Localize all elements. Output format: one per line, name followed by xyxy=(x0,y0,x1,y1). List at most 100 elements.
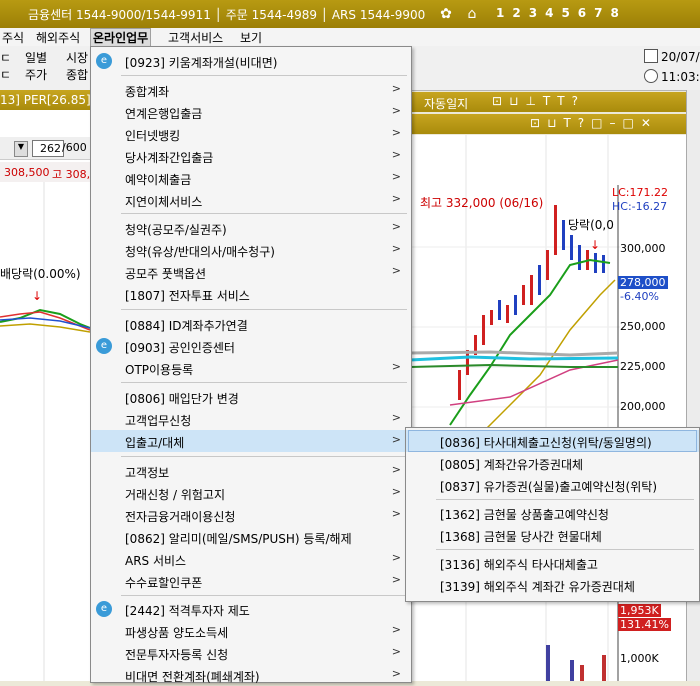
menu-separator xyxy=(121,213,407,214)
close-icon[interactable]: ✕ xyxy=(641,116,651,130)
submenu-item-overseas-account[interactable]: [3139] 해외주식 계좌간 유가증권대체 xyxy=(406,574,699,596)
submenu-item-overseas-external[interactable]: [3136] 해외주식 타사대체출고 xyxy=(406,552,699,574)
chevron-right-icon: > xyxy=(391,242,401,255)
copy-icon[interactable]: ⊔ xyxy=(509,94,518,108)
copy-icon[interactable]: ⊔ xyxy=(547,116,556,130)
menu-item-e-voting[interactable]: [1807] 전자투표 서비스 xyxy=(91,283,411,305)
menu-item-general-account[interactable]: 종합계좌 > xyxy=(91,79,411,101)
menu-item-e-finance[interactable]: 전자금융거래이용신청 > xyxy=(91,504,411,526)
pin-icon[interactable]: ⊥ xyxy=(525,94,535,108)
volume-tick: 1,000K xyxy=(620,652,659,665)
submenu-item-gold-withdrawal[interactable]: [1362] 금현물 상품출고예약신청 xyxy=(406,502,699,524)
screen-number-tabs: 1 2 3 4 5 6 7 8 xyxy=(496,6,619,20)
screen-tab-8[interactable]: 8 xyxy=(611,6,619,20)
volume-tag: 1,953K xyxy=(618,604,661,617)
stock-count-row: ▼ 262 /600 xyxy=(0,137,90,160)
menu-item-notifier[interactable]: [0862] 알리미(메일/SMS/PUSH) 등록/해제 xyxy=(91,526,411,548)
hc-label: HC:-16.27 xyxy=(612,200,668,213)
menu-item-delayed-transfer[interactable]: 지연이체서비스 > xyxy=(91,189,411,211)
menu-separator xyxy=(436,549,694,550)
high-annotation: 최고 332,000 (06/16) xyxy=(420,196,543,210)
chart-window-controls: ⊡ ⊔ T ? □ – □ ✕ xyxy=(530,116,651,130)
submenu-item-securities-transfer[interactable]: [0805] 계좌간유가증권대체 xyxy=(406,452,699,474)
toolbar-market-overview[interactable]: 시장 종합 xyxy=(64,50,90,84)
menu-item-bank-transfer[interactable]: 연계은행입출금 > xyxy=(91,101,411,123)
link-icon[interactable]: ⊡ xyxy=(492,94,502,108)
menu-online-business[interactable]: 온라인업무 xyxy=(90,28,152,47)
menu-item-subscription-rights[interactable]: 청약(유상/반대의사/매수청구) > xyxy=(91,239,411,261)
auto-journal-label[interactable]: 자동일지 xyxy=(424,95,468,112)
menu-item-scheduled-withdrawal[interactable]: 예약이체출금 > xyxy=(91,167,411,189)
chevron-down-icon[interactable]: ▼ xyxy=(14,141,28,157)
menu-item-deposit-withdraw-transfer[interactable]: 입출고/대체 > xyxy=(91,430,411,452)
chevron-right-icon: > xyxy=(391,411,401,424)
submenu-item-external-transfer[interactable]: [0836] 타사대체출고신청(위탁/동일명의) xyxy=(406,430,699,452)
menu-item-internal-transfer[interactable]: 당사계좌간입출금 > xyxy=(91,145,411,167)
screen-tab-6[interactable]: 6 xyxy=(578,6,586,20)
lc-label: LC:171.22 xyxy=(612,186,669,199)
down-arrow-icon: ↓ xyxy=(590,238,600,252)
menu-separator xyxy=(121,75,407,76)
online-business-menu: e [0923] 키움계좌개설(비대면) 종합계좌 > 연계은행입출금 > 인터넷뱅… xyxy=(90,46,412,686)
y-tick-225000: 225,000 xyxy=(620,360,666,373)
screen-tab-2[interactable]: 2 xyxy=(512,6,520,20)
minimize-icon[interactable]: – xyxy=(610,116,616,130)
menu-item-professional-investor[interactable]: 전문투자자등록 신청 > xyxy=(91,642,411,664)
menu-item-account-open[interactable]: e [0923] 키움계좌개설(비대면) xyxy=(91,50,411,72)
chevron-right-icon: > xyxy=(391,104,401,117)
menu-item-customer-info[interactable]: 고객정보 > xyxy=(91,460,411,482)
screen-tab-3[interactable]: 3 xyxy=(529,6,537,20)
screen-tab-1[interactable]: 1 xyxy=(496,6,504,20)
menu-item-trade-risk[interactable]: 거래신청 / 위험고지 > xyxy=(91,482,411,504)
menu-item-subscription-ipo[interactable]: 청약(공모주/실권주) > xyxy=(91,217,411,239)
top-status-bar: 금융센터 1544-9000/1544-9911 │ 주문 1544-4989 … xyxy=(0,0,700,28)
maximize-icon[interactable]: □ xyxy=(623,116,634,130)
menu-customer-service[interactable]: 고객서비스 xyxy=(166,29,225,46)
settings-icon[interactable]: ✿ xyxy=(436,4,456,24)
menu-item-ars[interactable]: ARS 서비스 > xyxy=(91,548,411,570)
e-icon: e xyxy=(96,601,112,617)
menu-stock[interactable]: 주식 xyxy=(0,29,26,46)
screen-tab-4[interactable]: 4 xyxy=(545,6,553,20)
menu-item-ipo-putback[interactable]: 공모주 풋백옵션 > xyxy=(91,261,411,283)
volume-bars xyxy=(546,645,606,681)
menu-item-otp[interactable]: OTP이용등록 > xyxy=(91,357,411,379)
menu-item-fee-coupon[interactable]: 수수료할인쿠폰 > xyxy=(91,570,411,592)
chevron-right-icon: > xyxy=(391,573,401,586)
submenu-item-gold-transfer[interactable]: [1368] 금현물 당사간 현물대체 xyxy=(406,524,699,546)
link-icon[interactable]: ⊡ xyxy=(530,116,540,130)
home-icon[interactable]: ⌂ xyxy=(462,4,482,24)
text-icon[interactable]: T xyxy=(543,94,550,108)
screen-tab-7[interactable]: 7 xyxy=(594,6,602,20)
menu-item-internet-banking[interactable]: 인터넷뱅킹 > xyxy=(91,123,411,145)
clock-icon xyxy=(644,69,658,83)
toolbar-edge: ㄷㄷ xyxy=(0,51,12,82)
dividend-annotation: 배당락(0.00%) xyxy=(0,267,81,281)
menu-overseas-stock[interactable]: 해외주식 xyxy=(34,29,82,46)
screen-tab-5[interactable]: 5 xyxy=(561,6,569,20)
ma-line-cyan xyxy=(410,355,619,362)
price-value: 308,500 xyxy=(4,166,50,179)
help-icon[interactable]: ? xyxy=(572,94,578,108)
count-input[interactable]: 262 xyxy=(32,140,64,157)
submenu-item-physical-withdrawal[interactable]: [0837] 유가증권(실물)출고예약신청(위탁) xyxy=(406,474,699,496)
menu-item-customer-request[interactable]: 고객업무신청 > xyxy=(91,408,411,430)
chevron-right-icon: > xyxy=(391,667,401,680)
menu-item-qualified-investor[interactable]: e [2442] 적격투자자 제도 xyxy=(91,598,411,620)
date-display: 20/07/ xyxy=(644,49,700,64)
price-row: 308,500 고 308, xyxy=(0,162,90,182)
menu-item-id-account-link[interactable]: [0884] ID계좌추가연결 xyxy=(91,313,411,335)
menu-separator xyxy=(121,309,407,310)
text-icon[interactable]: T xyxy=(563,116,570,130)
chevron-right-icon: > xyxy=(391,463,401,476)
menu-item-cost-change[interactable]: [0806] 매입단가 변경 xyxy=(91,386,411,408)
menu-item-cert-center[interactable]: e [0903] 공인인증센터 xyxy=(91,335,411,357)
text-icon-2[interactable]: T xyxy=(557,94,564,108)
toolbar-daily-price[interactable]: 일별 주가 xyxy=(20,50,52,84)
menu-item-nonface-account[interactable]: 비대면 전환계좌(폐쇄계좌) > xyxy=(91,664,411,686)
menu-view[interactable]: 보기 xyxy=(238,29,264,46)
menu-item-derivatives-tax[interactable]: 파생상품 양도소득세 > xyxy=(91,620,411,642)
help-icon[interactable]: ? xyxy=(578,116,584,130)
restore-icon[interactable]: □ xyxy=(591,116,602,130)
chevron-right-icon: > xyxy=(391,551,401,564)
